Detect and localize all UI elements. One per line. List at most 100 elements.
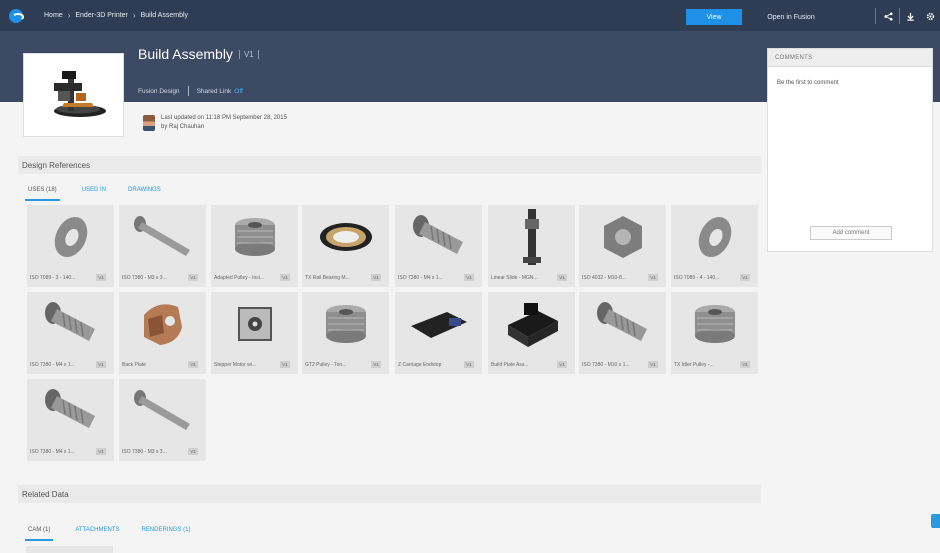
nut-part-thumbnail-icon[interactable] <box>579 205 666 269</box>
part-card[interactable]: GT2 Pulley - Ton... V1 <box>302 292 389 374</box>
bolt-part-thumbnail-icon[interactable] <box>27 292 114 356</box>
part-card[interactable]: ISO 7089 - 3 - 140... V1 <box>27 205 114 287</box>
side-feedback-tab[interactable] <box>931 514 940 528</box>
part-card[interactable]: ISO 7380 - M4 x 1... V1 <box>395 205 482 287</box>
breadcrumb: Home › Ender-3D Printer › Build Assembly <box>44 11 188 20</box>
part-card[interactable]: Z Carriage Endstop V1 <box>395 292 482 374</box>
part-card[interactable]: Build Plate Ass... V1 <box>488 292 575 374</box>
part-card[interactable]: ISO 7380 - M10 x 1... V1 <box>579 292 666 374</box>
shared-link-label: Shared Link <box>196 87 232 95</box>
part-name[interactable]: ISO 7089 - 4 - 140... <box>674 275 734 281</box>
tab-used-in[interactable]: USED IN <box>82 187 106 201</box>
board-part-thumbnail-icon[interactable] <box>395 292 482 356</box>
part-name[interactable]: TX Rail Bearing M... <box>305 275 365 281</box>
part-name[interactable]: ISO 7380 - M3 x 3... <box>122 449 182 455</box>
pulley-part-thumbnail-icon[interactable] <box>671 292 758 356</box>
part-name[interactable]: Build Plate Ass... <box>491 362 551 368</box>
part-card[interactable]: Linear Slide - MGN... V1 <box>488 205 575 287</box>
part-name[interactable]: Back Plate <box>122 362 182 368</box>
part-name[interactable]: ISO 7380 - M4 x 1... <box>30 362 90 368</box>
part-card[interactable]: ISO 7380 - M3 x 3... V1 <box>119 205 206 287</box>
part-name[interactable]: ISO 7380 - M4 x 1... <box>398 275 458 281</box>
part-card[interactable]: ISO 7380 - M3 x 3... V1 <box>119 379 206 461</box>
breadcrumb-separator-icon: › <box>67 11 71 20</box>
add-comment-button[interactable]: Add comment <box>810 226 892 240</box>
part-version-badge: V1 <box>188 448 198 455</box>
top-bar: Home › Ender-3D Printer › Build Assembly… <box>0 0 940 31</box>
download-icon[interactable] <box>902 8 918 24</box>
last-updated-author: by Raj Chauhan <box>161 124 205 130</box>
part-card[interactable]: Back Plate V1 <box>119 292 206 374</box>
part-card[interactable]: ISO 7380 - M4 x 1... V1 <box>27 379 114 461</box>
part-version-badge: V1 <box>740 361 750 368</box>
part-version-badge: V1 <box>464 274 474 281</box>
part-name[interactable]: Adapted Pulley - Insi... <box>214 275 274 281</box>
part-name[interactable]: ISO 7380 - M10 x 1... <box>582 362 642 368</box>
part-version-badge: V1 <box>557 274 567 281</box>
part-version-badge: V1 <box>557 361 567 368</box>
view-button[interactable]: View <box>686 9 742 25</box>
share-icon[interactable] <box>880 8 896 24</box>
part-version-badge: V1 <box>280 274 290 281</box>
bolt-part-thumbnail-icon[interactable] <box>579 292 666 356</box>
bolt-part-thumbnail-icon[interactable] <box>395 205 482 269</box>
part-card[interactable]: ISO 7380 - M4 x 1... V1 <box>27 292 114 374</box>
toolbar-divider <box>875 8 876 24</box>
pulley-part-thumbnail-icon[interactable] <box>211 205 298 269</box>
part-version-badge: V1 <box>188 274 198 281</box>
part-name[interactable]: ISO 7089 - 3 - 140... <box>30 275 90 281</box>
washer-part-thumbnail-icon[interactable] <box>27 205 114 269</box>
bolt-part-thumbnail-icon[interactable] <box>27 379 114 443</box>
tab-cam[interactable]: CAM (1) <box>25 527 54 541</box>
tab-renderings[interactable]: RENDERINGS (1) <box>141 527 190 541</box>
part-name[interactable]: ISO 7380 - M3 x 3... <box>122 275 182 281</box>
subtitle-divider <box>187 86 189 96</box>
design-thumbnail[interactable] <box>23 53 124 137</box>
part-name[interactable]: ISO 4032 - M10-8... <box>582 275 642 281</box>
part-version-badge: V1 <box>188 361 198 368</box>
washer-part-thumbnail-icon[interactable] <box>671 205 758 269</box>
bracket-part-thumbnail-icon[interactable] <box>119 292 206 356</box>
version-badge[interactable]: V1 <box>238 49 259 59</box>
part-card[interactable]: Adapted Pulley - Insi... V1 <box>211 205 298 287</box>
screw-part-thumbnail-icon[interactable] <box>119 205 206 269</box>
part-card[interactable]: TX Rail Bearing M... V1 <box>302 205 389 287</box>
design-type-label: Fusion Design <box>138 87 180 95</box>
tab-attachments[interactable]: ATTACHMENTS <box>75 527 119 541</box>
last-updated-date: Last updated on 11:18 PM September 28, 2… <box>161 115 287 121</box>
breadcrumb-separator-icon: › <box>132 11 136 20</box>
part-card[interactable]: Stepper Motor wi... V1 <box>211 292 298 374</box>
part-version-badge: V1 <box>96 361 106 368</box>
part-name[interactable]: Linear Slide - MGN... <box>491 275 551 281</box>
screw-part-thumbnail-icon[interactable] <box>119 379 206 443</box>
breadcrumb-project[interactable]: Ender-3D Printer <box>75 12 128 19</box>
part-name[interactable]: GT2 Pulley - Ton... <box>305 362 365 368</box>
part-name[interactable]: Stepper Motor wi... <box>214 362 274 368</box>
part-name[interactable]: TX Idler Pulley -... <box>674 362 734 368</box>
motor-part-thumbnail-icon[interactable] <box>211 292 298 356</box>
part-name[interactable]: ISO 7380 - M4 x 1... <box>30 449 90 455</box>
design-subtitle: Fusion Design Shared Link Off <box>138 86 243 96</box>
comments-panel: COMMENTS Be the first to comment Add com… <box>767 48 933 252</box>
rail-part-thumbnail-icon[interactable] <box>488 205 575 269</box>
breadcrumb-home[interactable]: Home <box>44 12 63 19</box>
part-version-badge: V1 <box>371 361 381 368</box>
tab-uses[interactable]: USES (18) <box>25 187 60 201</box>
part-card[interactable]: ISO 7089 - 4 - 140... V1 <box>671 205 758 287</box>
pulley-part-thumbnail-icon[interactable] <box>302 292 389 356</box>
settings-gear-icon[interactable] <box>922 8 938 24</box>
app-logo-icon[interactable] <box>9 8 24 23</box>
open-in-fusion-button[interactable]: Open in Fusion <box>746 9 836 25</box>
part-name[interactable]: Z Carriage Endstop <box>398 362 458 368</box>
tab-drawings[interactable]: DRAWINGS <box>128 187 161 201</box>
block-part-thumbnail-icon[interactable] <box>488 292 575 356</box>
page-title: Build Assembly V1 <box>138 46 259 62</box>
breadcrumb-current: Build Assembly <box>140 12 189 19</box>
related-item-card[interactable] <box>26 546 113 553</box>
design-title: Build Assembly <box>138 46 233 62</box>
part-card[interactable]: TX Idler Pulley -... V1 <box>671 292 758 374</box>
bearing-part-thumbnail-icon[interactable] <box>302 205 389 269</box>
part-version-badge: V1 <box>464 361 474 368</box>
shared-link-toggle[interactable]: Off <box>234 88 243 95</box>
part-card[interactable]: ISO 4032 - M10-8... V1 <box>579 205 666 287</box>
